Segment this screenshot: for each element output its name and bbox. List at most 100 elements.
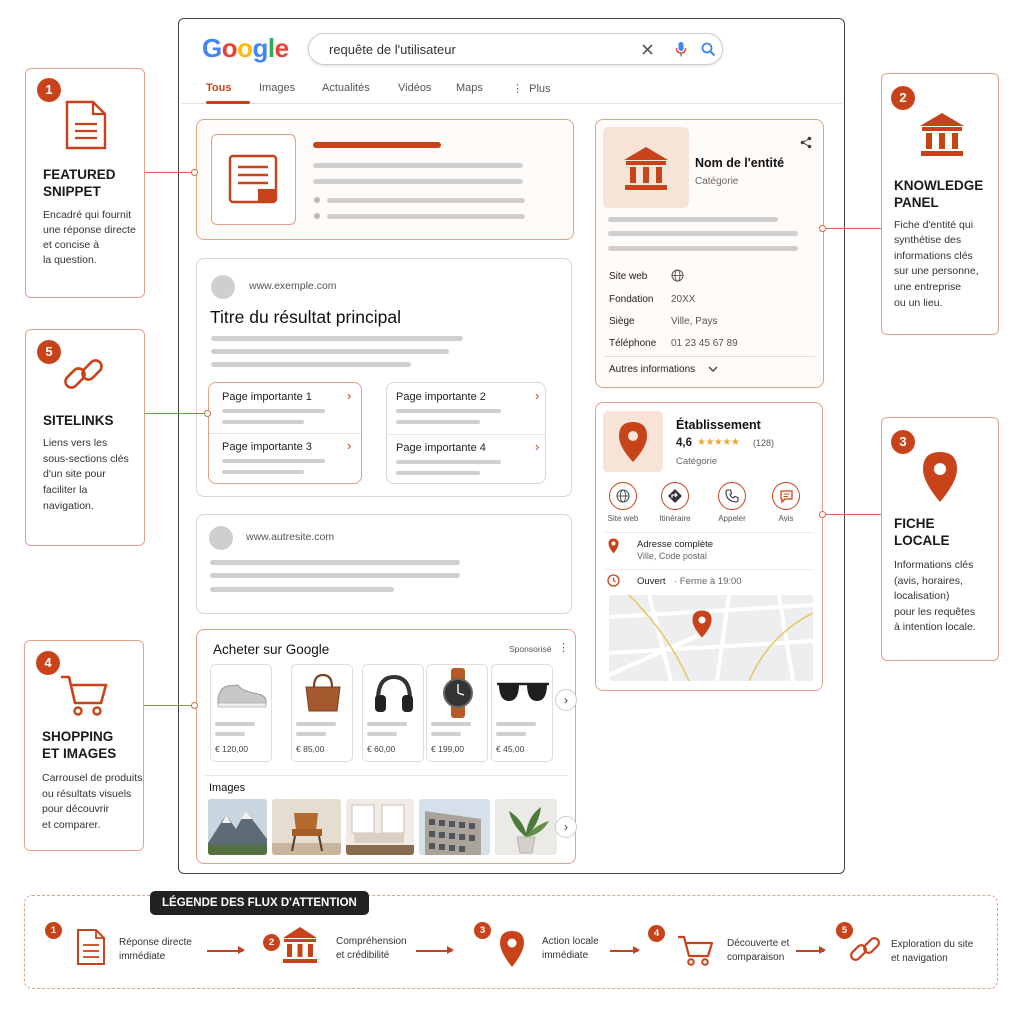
active-tab-indicator — [206, 101, 250, 104]
action-call-label: Appeler — [718, 514, 746, 523]
tab-all[interactable]: Tous — [206, 82, 231, 94]
image-result[interactable] — [495, 799, 557, 855]
annotation-featured-snippet: 1 FEATURED SNIPPET Encadré qui fournit u… — [25, 68, 145, 298]
local-listing[interactable]: Établissement 4,6 ★★★★★ (128) Catégorie … — [595, 402, 823, 691]
tab-images[interactable]: Images — [259, 82, 295, 94]
product-card[interactable]: € 199,00 — [426, 664, 488, 762]
image-result[interactable] — [419, 799, 490, 855]
sitelink-1[interactable]: Page importante 1 › — [209, 383, 363, 433]
legend-step-text: immédiate — [542, 950, 589, 961]
result-url[interactable]: www.autresite.com — [246, 531, 334, 543]
action-call-button[interactable] — [718, 482, 746, 510]
phone-icon — [725, 489, 739, 503]
annotation-text: Informations clés — [894, 559, 974, 571]
annotation-text: (avis, horaires, — [894, 575, 963, 587]
text-line — [222, 470, 304, 474]
tab-more[interactable]: ⋮ Plus — [512, 82, 551, 95]
product-card[interactable]: € 45,00 — [491, 664, 553, 762]
kp-value-hq: Ville, Pays — [671, 316, 718, 327]
annotation-text: et concise à — [43, 239, 100, 251]
image-result[interactable] — [208, 799, 267, 855]
legend-step-text: et navigation — [891, 953, 948, 964]
chevron-right-icon: › — [347, 388, 352, 403]
image-result[interactable] — [346, 799, 414, 855]
action-directions-label: Itinéraire — [659, 514, 691, 523]
search-icon[interactable] — [701, 42, 716, 57]
annotation-text: faciliter la — [43, 484, 88, 496]
legend-step-text: Découverte et — [727, 938, 790, 949]
annotation-number: 4 — [36, 651, 60, 675]
text-line — [215, 722, 255, 726]
tab-more-label: Plus — [529, 83, 551, 95]
annotation-number: 1 — [37, 78, 61, 102]
tab-news[interactable]: Actualités — [322, 82, 370, 94]
knowledge-panel[interactable]: Nom de l'entité Catégorie Site web Fonda… — [595, 119, 824, 388]
annotation-title: KNOWLEDGE — [894, 178, 984, 193]
search-input[interactable]: requête de l'utilisateur — [308, 33, 723, 65]
annotation-title: PANEL — [894, 195, 939, 210]
annotation-text: ou résultats visuels — [42, 788, 132, 800]
text-line — [211, 362, 411, 367]
text-line — [496, 732, 526, 736]
action-directions-button[interactable] — [661, 482, 689, 510]
google-logo[interactable]: Google — [202, 33, 289, 64]
annotation-text: ou un lieu. — [894, 297, 943, 309]
annotation-number: 5 — [37, 340, 61, 364]
action-website-button[interactable] — [609, 482, 637, 510]
text-line — [327, 214, 525, 219]
tab-maps[interactable]: Maps — [456, 82, 483, 94]
flow-arrow — [796, 947, 826, 953]
annotation-title: FEATURED — [43, 167, 116, 182]
globe-icon[interactable] — [671, 269, 684, 282]
annotation-text: Liens vers les — [43, 437, 108, 449]
text-line — [367, 722, 407, 726]
annotation-title: SITELINKS — [43, 413, 114, 428]
connector-line — [144, 705, 194, 707]
images-next-button[interactable]: › — [555, 816, 577, 838]
action-reviews-button[interactable] — [772, 482, 800, 510]
review-count[interactable]: (128) — [753, 438, 774, 448]
annotation-text: informations clés — [894, 250, 973, 262]
tab-videos[interactable]: Vidéos — [398, 82, 431, 94]
product-price: € 45,00 — [496, 744, 525, 754]
close-icon[interactable] — [641, 43, 654, 56]
text-line — [211, 349, 449, 354]
text-line — [396, 420, 480, 424]
more-options-icon[interactable]: ⋮ — [558, 641, 569, 654]
kp-value-phone[interactable]: 01 23 45 67 89 — [671, 338, 738, 349]
more-info-link[interactable]: Autres informations — [609, 364, 695, 375]
text-line — [608, 246, 798, 251]
product-card[interactable]: € 85,00 — [291, 664, 353, 762]
result-title[interactable]: Titre du résultat principal — [210, 307, 401, 328]
bullet — [314, 213, 320, 219]
bullet — [314, 197, 320, 203]
carousel-next-button[interactable]: › — [555, 689, 577, 711]
divider — [604, 532, 814, 533]
chevron-down-icon[interactable] — [708, 366, 718, 373]
sitelink-2[interactable]: Page importante 2 › — [387, 383, 541, 433]
product-card[interactable]: € 60,00 — [362, 664, 424, 762]
sitelink-4[interactable]: Page importante 4 › — [387, 434, 541, 484]
sitelink-3[interactable]: Page importante 3 › — [209, 433, 363, 483]
sitelink-label: Page importante 4 — [396, 442, 486, 454]
map-image — [609, 595, 813, 681]
annotation-number: 3 — [891, 430, 915, 454]
share-icon[interactable] — [800, 136, 812, 149]
annotation-text: pour les requêtes — [894, 606, 976, 618]
annotation-text: Encadré qui fournit — [43, 209, 132, 221]
flow-arrow — [610, 947, 640, 953]
map-pin-icon — [692, 610, 712, 638]
text-line — [396, 471, 480, 475]
sneaker-icon — [217, 684, 267, 708]
map-preview[interactable] — [609, 595, 813, 681]
link-icon — [850, 937, 880, 961]
result-url[interactable]: www.exemple.com — [249, 280, 337, 292]
organic-result-secondary[interactable]: www.autresite.com — [196, 514, 572, 614]
image-result[interactable] — [272, 799, 341, 855]
location-pin-icon — [608, 538, 619, 554]
featured-snippet[interactable] — [196, 119, 574, 240]
text-line — [608, 217, 778, 222]
microphone-icon[interactable] — [675, 41, 687, 58]
product-card[interactable]: € 120,00 — [210, 664, 272, 762]
address-title[interactable]: Adresse complète — [637, 539, 713, 550]
